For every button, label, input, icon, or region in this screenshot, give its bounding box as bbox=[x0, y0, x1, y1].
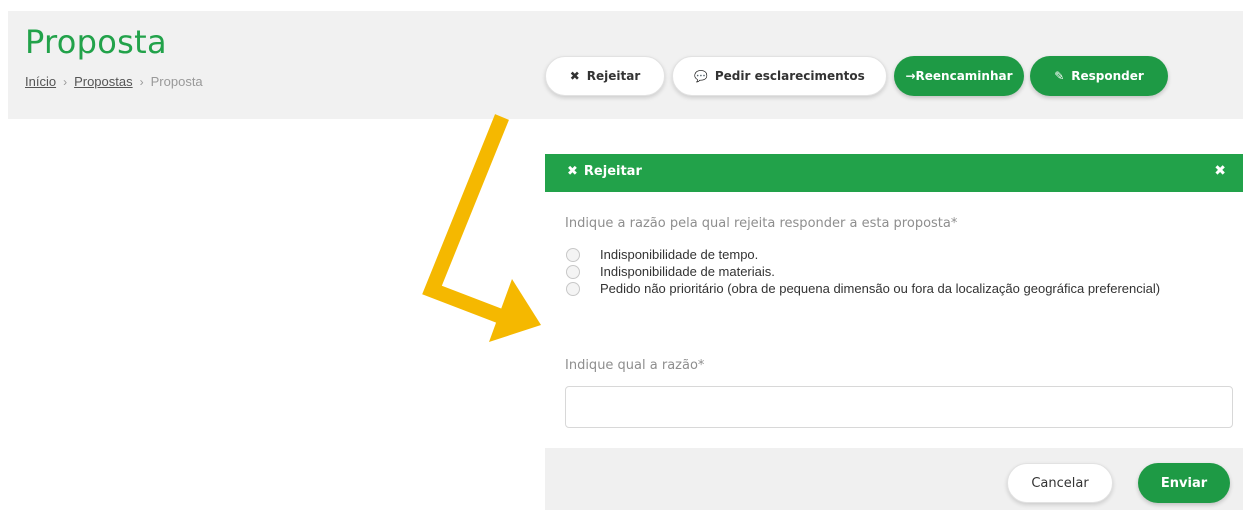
reject-modal: ✖ Rejeitar ✖ Indique a razão pela qual r… bbox=[545, 154, 1243, 510]
reason-option-not-priority[interactable]: Pedido não prioritário (obra de pequena … bbox=[545, 280, 1235, 297]
reason-option-label: Indisponibilidade de materiais. bbox=[600, 264, 775, 279]
reason-input[interactable] bbox=[565, 386, 1233, 428]
reject-reason-question: Indique a razão pela qual rejeita respon… bbox=[565, 216, 958, 231]
cancel-button[interactable]: Cancelar bbox=[1007, 463, 1113, 503]
close-icon: ✖ bbox=[567, 164, 578, 179]
radio-button[interactable] bbox=[566, 248, 580, 262]
radio-button[interactable] bbox=[566, 265, 580, 279]
reason-option-materials[interactable]: Indisponibilidade de materiais. bbox=[545, 263, 1235, 280]
modal-footer: Cancelar Enviar bbox=[545, 448, 1243, 510]
annotation-arrow-shaft bbox=[422, 114, 509, 326]
reason-option-time[interactable]: Indisponibilidade de tempo. bbox=[545, 246, 1235, 263]
modal-title-text: Rejeitar bbox=[583, 164, 642, 179]
modal-close-icon[interactable]: ✖ bbox=[1214, 163, 1226, 179]
reason-option-label: Pedido não prioritário (obra de pequena … bbox=[600, 281, 1161, 296]
send-button[interactable]: Enviar bbox=[1138, 463, 1230, 503]
radio-button[interactable] bbox=[566, 282, 580, 296]
modal-title: ✖ Rejeitar bbox=[567, 164, 642, 179]
reason-options: Indisponibilidade de tempo. Indisponibil… bbox=[545, 246, 1235, 297]
reason-label: Indique qual a razão* bbox=[565, 358, 705, 373]
reason-option-label: Indisponibilidade de tempo. bbox=[600, 247, 759, 262]
modal-header: ✖ Rejeitar ✖ bbox=[545, 154, 1243, 192]
